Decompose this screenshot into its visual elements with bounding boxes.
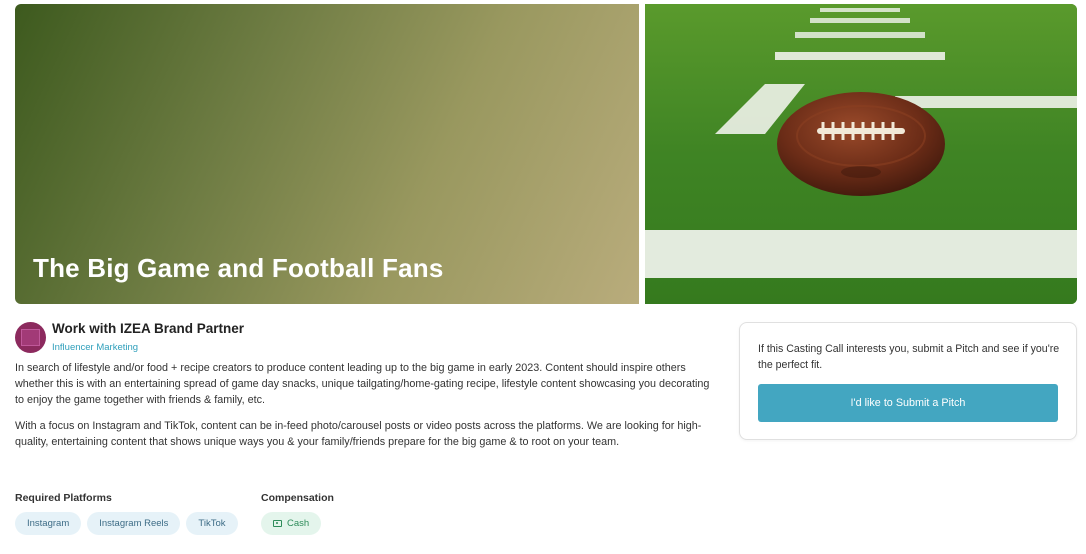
cash-icon — [273, 520, 282, 527]
brand-logo-icon — [21, 329, 40, 346]
compensation-list: Cash — [261, 512, 322, 535]
brand-category[interactable]: Influencer Marketing — [52, 342, 138, 353]
description: In search of lifestyle and/or food + rec… — [15, 360, 715, 460]
brand-name: Work with IZEA Brand Partner — [52, 321, 245, 336]
football-image — [645, 4, 1077, 304]
pitch-text: If this Casting Call interests you, subm… — [758, 343, 1060, 371]
description-paragraph: With a focus on Instagram and TikTok, co… — [15, 420, 702, 448]
compensation-label: Compensation — [261, 492, 334, 504]
platform-chip: Instagram Reels — [87, 512, 181, 535]
platform-chip: Instagram — [15, 512, 82, 535]
pitch-card: If this Casting Call interests you, subm… — [739, 322, 1077, 440]
avatar — [15, 322, 46, 353]
platform-chip: TikTok — [186, 512, 238, 535]
compensation-chip: Cash — [261, 512, 322, 535]
submit-pitch-button[interactable]: I'd like to Submit a Pitch — [758, 384, 1058, 422]
football-on-field-photo — [645, 4, 1077, 304]
page-title: The Big Game and Football Fans — [33, 253, 444, 283]
platforms-label: Required Platforms — [15, 492, 112, 504]
description-paragraph: In search of lifestyle and/or food + rec… — [15, 362, 710, 406]
compensation-value: Cash — [287, 518, 310, 529]
platforms-list: Instagram Instagram Reels TikTok — [15, 512, 238, 535]
hero-banner: The Big Game and Football Fans — [15, 4, 639, 304]
